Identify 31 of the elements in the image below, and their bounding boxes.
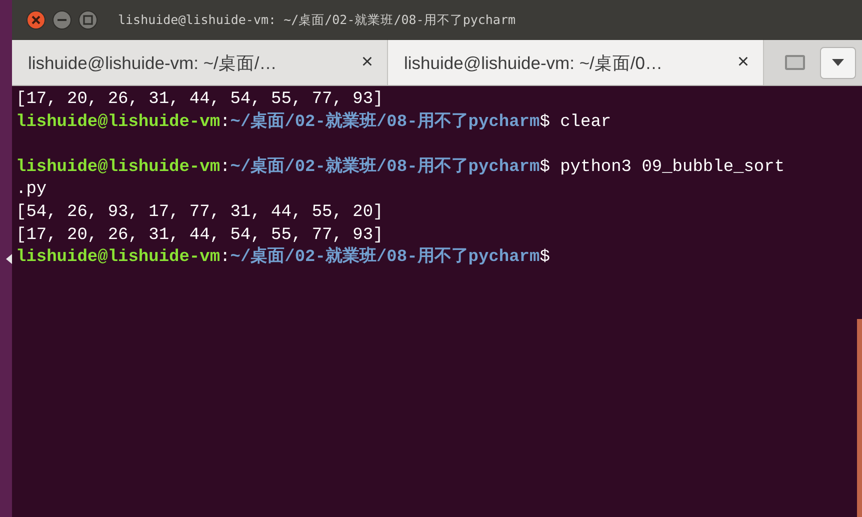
- terminal-tab[interactable]: lishuide@lishuide-vm: ~/桌面/0… ×: [388, 40, 764, 85]
- close-icon[interactable]: [26, 10, 46, 30]
- prompt-symbol: $: [540, 156, 550, 179]
- output-line: [17, 20, 26, 31, 44, 54, 55, 77, 93]: [16, 89, 384, 111]
- prompt-symbol: $: [540, 247, 550, 270]
- tab-close-button[interactable]: ×: [361, 51, 373, 74]
- output-line: .py: [16, 179, 47, 202]
- new-tab-icon[interactable]: [784, 54, 806, 72]
- prompt-symbol: $: [540, 112, 550, 134]
- prompt-path: ~/桌面/02-就業班/08-用不了pycharm: [230, 247, 540, 270]
- output-line: [17, 20, 26, 31, 44, 54, 55, 77, 93]: [16, 224, 384, 246]
- prompt-path: ~/桌面/02-就業班/08-用不了pycharm: [230, 112, 540, 134]
- caret-icon: [832, 58, 844, 66]
- command-text: clear: [559, 112, 612, 134]
- terminal-tab[interactable]: lishuide@lishuide-vm: ~/桌面/… ×: [12, 40, 388, 85]
- window-title: lishuide@lishuide-vm: ~/桌面/02-就業班/08-用不了pycharm: [118, 12, 516, 28]
- triangle-icon: [6, 254, 12, 264]
- scrollbar-thumb[interactable]: [857, 319, 862, 517]
- command-text: python3 09_bubble_sort: [559, 156, 785, 179]
- prompt-separator: :: [220, 112, 230, 134]
- output-line: [54, 26, 93, 17, 77, 31, 44, 55, 20]: [16, 202, 384, 224]
- minimize-icon[interactable]: [52, 10, 72, 30]
- prompt-separator: :: [220, 247, 230, 270]
- maximize-icon[interactable]: [78, 10, 98, 30]
- prompt-user: lishuide@lishuide-vm: [16, 156, 220, 179]
- tab-close-button[interactable]: ×: [737, 51, 749, 74]
- prompt-user: lishuide@lishuide-vm: [16, 112, 220, 134]
- prompt-user: lishuide@lishuide-vm: [16, 247, 220, 270]
- prompt-path: ~/桌面/02-就業班/08-用不了pycharm: [230, 156, 540, 179]
- tab-menu-button[interactable]: [820, 46, 856, 78]
- prompt-separator: :: [220, 156, 230, 179]
